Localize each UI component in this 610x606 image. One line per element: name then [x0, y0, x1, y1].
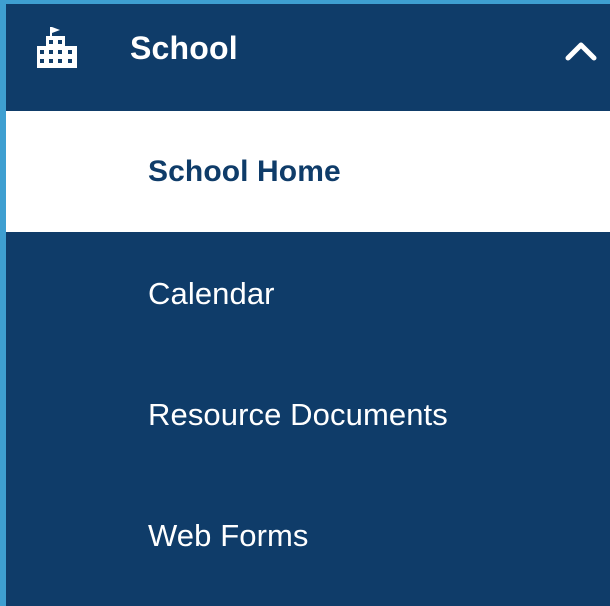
- chevron-up-icon[interactable]: [564, 40, 598, 62]
- school-nav-panel: School School Home Calendar Resource Doc…: [6, 4, 610, 606]
- menu-item-web-forms[interactable]: Web Forms: [6, 474, 610, 595]
- menu-item-label: Web Forms: [148, 518, 309, 553]
- menu-item-calendar[interactable]: Calendar: [6, 232, 610, 353]
- menu-item-label: School Home: [148, 155, 341, 188]
- menu-item-resource-documents[interactable]: Resource Documents: [6, 353, 610, 474]
- menu-item-label: Resource Documents: [148, 397, 448, 432]
- menu-item-school-home[interactable]: School Home: [6, 111, 610, 232]
- school-section-header[interactable]: School: [6, 4, 610, 111]
- school-menu: School Home Calendar Resource Documents …: [6, 111, 610, 595]
- building-icon: [37, 27, 77, 68]
- section-title: School: [130, 30, 238, 66]
- menu-item-label: Calendar: [148, 276, 275, 311]
